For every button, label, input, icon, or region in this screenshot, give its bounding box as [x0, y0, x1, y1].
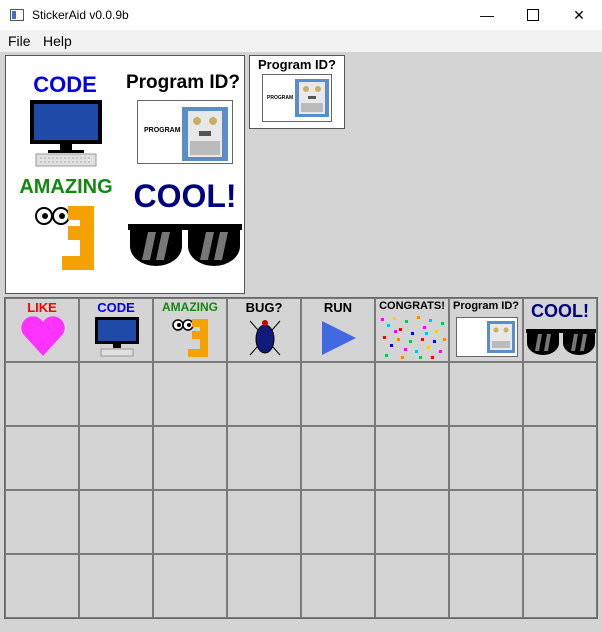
grid-cell-empty[interactable] — [523, 426, 597, 490]
canvas-code-label: CODE — [33, 72, 97, 97]
maximize-icon — [527, 9, 539, 21]
grid-cell-empty[interactable] — [153, 554, 227, 618]
menu-file[interactable]: File — [8, 33, 31, 49]
preview-label: Program ID? — [257, 57, 336, 72]
program-card-icon — [456, 317, 518, 357]
sticker-label: LIKE — [27, 300, 57, 315]
sunglasses-icon — [128, 224, 242, 266]
sticker-preview[interactable]: Program ID? PROGRAM — [249, 55, 345, 129]
grid-cell-empty[interactable] — [227, 362, 301, 426]
sticker-label: AMAZING — [162, 300, 218, 314]
confetti-icon — [381, 316, 446, 359]
sticker-cell-congrats[interactable]: CONGRATS! — [375, 298, 449, 362]
grid-cell-empty[interactable] — [449, 362, 523, 426]
heart-icon — [21, 316, 65, 356]
bug-icon — [249, 320, 281, 356]
sticker-label: BUG? — [245, 300, 283, 315]
sunglasses-icon — [526, 329, 596, 355]
program-card: PROGRAM — [137, 100, 233, 164]
sticker-grid: LIKE CODE AMAZING BUG? RUN CONGRATS! Pro… — [4, 297, 598, 619]
grid-cell-empty[interactable] — [5, 490, 79, 554]
minimize-icon: — — [480, 7, 494, 23]
window-title: StickerAid v0.0.9b — [32, 8, 129, 22]
minimize-button[interactable]: — — [464, 0, 510, 30]
grid-cell-empty[interactable] — [375, 426, 449, 490]
computer-icon — [30, 100, 102, 167]
sticker-cell-code[interactable]: CODE — [79, 298, 153, 362]
grid-cell-empty[interactable] — [227, 554, 301, 618]
grid-cell-empty[interactable] — [301, 554, 375, 618]
canvas-program-label: Program ID? — [125, 72, 241, 93]
canvas-amazing-label: AMAZING — [19, 176, 113, 198]
sticker-label: CODE — [97, 300, 135, 315]
maximize-button[interactable] — [510, 0, 556, 30]
sticker-canvas[interactable]: CODE Program ID? PROGRAM AMAZING COOL! — [5, 55, 245, 294]
grid-cell-empty[interactable] — [153, 490, 227, 554]
grid-cell-empty[interactable] — [375, 362, 449, 426]
grid-cell-empty[interactable] — [449, 554, 523, 618]
grid-cell-empty[interactable] — [375, 554, 449, 618]
grid-cell-empty[interactable] — [153, 426, 227, 490]
robot-icon — [182, 107, 228, 161]
grid-cell-empty[interactable] — [79, 490, 153, 554]
grid-cell-empty[interactable] — [5, 554, 79, 618]
robot-icon — [295, 79, 329, 117]
computer-icon — [95, 317, 139, 357]
grid-cell-empty[interactable] — [301, 490, 375, 554]
play-icon — [322, 321, 356, 355]
grid-cell-empty[interactable] — [301, 426, 375, 490]
preview-card: PROGRAM — [262, 74, 332, 122]
menu-help[interactable]: Help — [43, 33, 72, 49]
sticker-cell-run[interactable]: RUN — [301, 298, 375, 362]
robot-icon — [487, 321, 515, 353]
sticker-label: COOL! — [531, 301, 589, 321]
grid-cell-empty[interactable] — [79, 362, 153, 426]
grid-cell-empty[interactable] — [449, 490, 523, 554]
grid-cell-empty[interactable] — [301, 362, 375, 426]
close-icon: ✕ — [573, 6, 585, 23]
sticker-label: RUN — [323, 300, 353, 315]
grid-cell-empty[interactable] — [523, 554, 597, 618]
canvas-cool-label: COOL! — [133, 178, 237, 214]
grid-cell-empty[interactable] — [375, 490, 449, 554]
menu-bar: File Help — [0, 30, 602, 52]
program-card-text: PROGRAM — [144, 127, 181, 134]
grid-cell-empty[interactable] — [5, 426, 79, 490]
amazing-face-icon — [172, 319, 208, 357]
close-button[interactable]: ✕ — [556, 0, 602, 30]
sticker-cell-bug[interactable]: BUG? — [227, 298, 301, 362]
grid-cell-empty[interactable] — [153, 362, 227, 426]
sticker-cell-cool[interactable]: COOL! — [523, 298, 597, 362]
grid-cell-empty[interactable] — [5, 362, 79, 426]
sticker-label: CONGRATS! — [379, 300, 445, 312]
amazing-face-icon — [35, 206, 94, 270]
grid-cell-empty[interactable] — [79, 426, 153, 490]
grid-cell-empty[interactable] — [523, 490, 597, 554]
grid-cell-empty[interactable] — [523, 362, 597, 426]
sticker-cell-program-id[interactable]: Program ID? — [449, 298, 523, 362]
grid-cell-empty[interactable] — [449, 426, 523, 490]
grid-cell-empty[interactable] — [227, 490, 301, 554]
sticker-cell-like[interactable]: LIKE — [5, 298, 79, 362]
preview-card-text: PROGRAM — [267, 95, 294, 101]
app-icon — [10, 9, 24, 21]
grid-cell-empty[interactable] — [79, 554, 153, 618]
sticker-label: Program ID? — [452, 300, 519, 312]
sticker-cell-amazing[interactable]: AMAZING — [153, 298, 227, 362]
grid-cell-empty[interactable] — [227, 426, 301, 490]
title-bar: StickerAid v0.0.9b — ✕ — [0, 0, 602, 30]
